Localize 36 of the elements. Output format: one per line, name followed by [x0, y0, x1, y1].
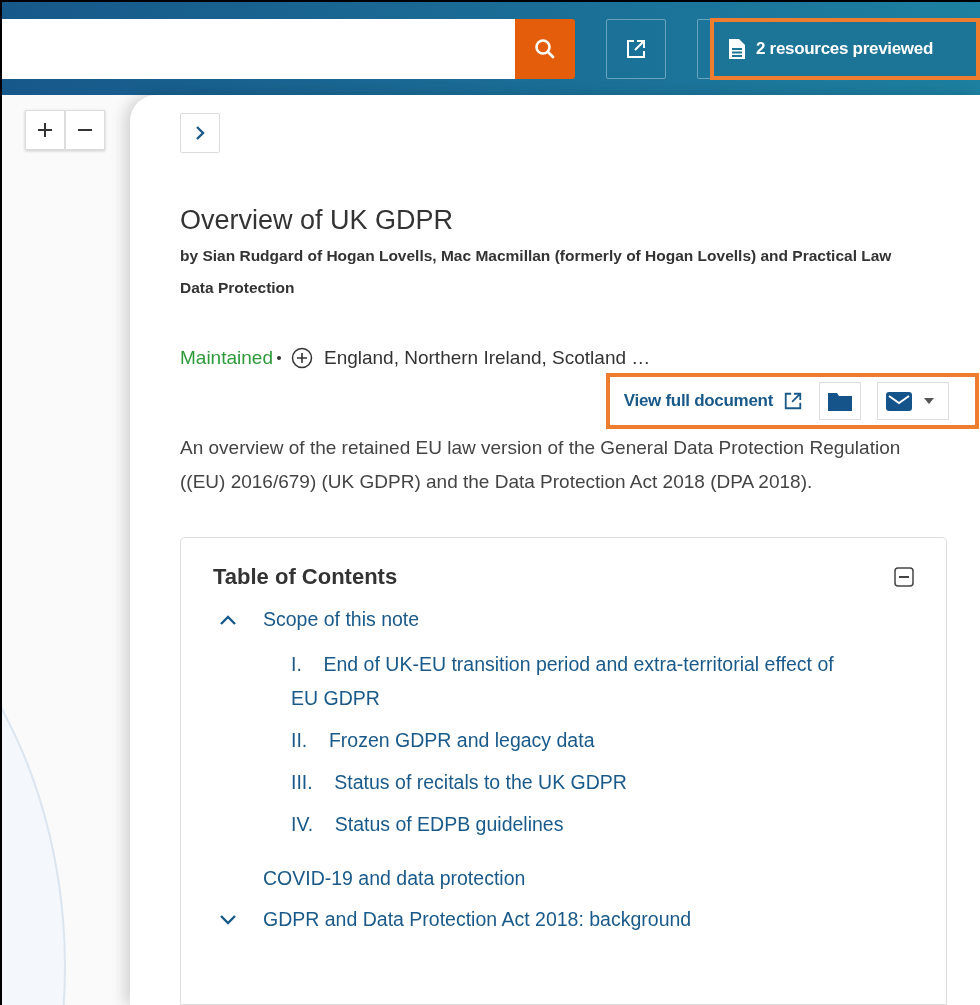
status-text: Maintained: [180, 347, 273, 369]
chevron-right-icon: [195, 125, 205, 141]
toc-link[interactable]: Scope of this note: [263, 608, 420, 631]
toc-link[interactable]: GDPR and Data Protection Act 2018: background: [263, 908, 692, 931]
email-dropdown-button[interactable]: [877, 382, 949, 420]
folder-icon: [828, 391, 852, 411]
toc-sublink[interactable]: IV. Status of EDPB guidelines: [291, 807, 851, 841]
toc-link[interactable]: COVID-19 and data protection: [263, 867, 526, 890]
toc-sublink[interactable]: II. Frozen GDPR and legacy data: [291, 723, 851, 757]
search-button[interactable]: [515, 18, 575, 79]
envelope-icon: [886, 391, 912, 411]
resources-previewed-button[interactable]: 2 resources previewed: [710, 17, 980, 80]
collapse-icon[interactable]: [894, 567, 914, 587]
add-circle-icon[interactable]: [290, 347, 313, 369]
document-icon: [728, 37, 746, 60]
external-link-icon: [625, 37, 647, 60]
document-title: Overview of UK GDPR: [180, 205, 455, 236]
chevron-down-icon[interactable]: [219, 913, 237, 926]
toc-sublink[interactable]: I. End of UK-EU transition period and extra-territorial effect of EU GDPR: [291, 647, 851, 715]
expand-panel-button[interactable]: [180, 113, 220, 153]
external-link-icon: [783, 391, 803, 411]
view-full-document-link[interactable]: View full document: [623, 391, 803, 411]
document-summary: An overview of the retained EU law version of the General Data Protection Regulation ((EU) 2016/679) (UK GDPR) and the Data Protection Act 2018 (DPA 2018).: [180, 436, 902, 494]
caret-icon: [924, 398, 934, 404]
open-in-new-window-button[interactable]: [606, 18, 666, 79]
search-field[interactable]: [2, 18, 515, 79]
toc-title: Table of Contents: [213, 564, 398, 590]
plus-icon: [38, 123, 52, 137]
separator-dot: [276, 356, 281, 360]
chevron-up-icon[interactable]: [219, 613, 237, 626]
folder-button[interactable]: [819, 382, 861, 420]
toc-sublink[interactable]: III. Status of recitals to the UK GDPR: [291, 765, 851, 799]
jurisdictions-text: England, Northern Ireland, Scotland …: [323, 347, 651, 369]
search-icon: [533, 36, 557, 61]
zoom-in-button[interactable]: [25, 110, 65, 150]
document-authors: by Sian Rudgard of Hogan Lovells, Mac Macmillan (formerly of Hogan Lovells) and Practical Law Data Protection: [180, 246, 893, 298]
